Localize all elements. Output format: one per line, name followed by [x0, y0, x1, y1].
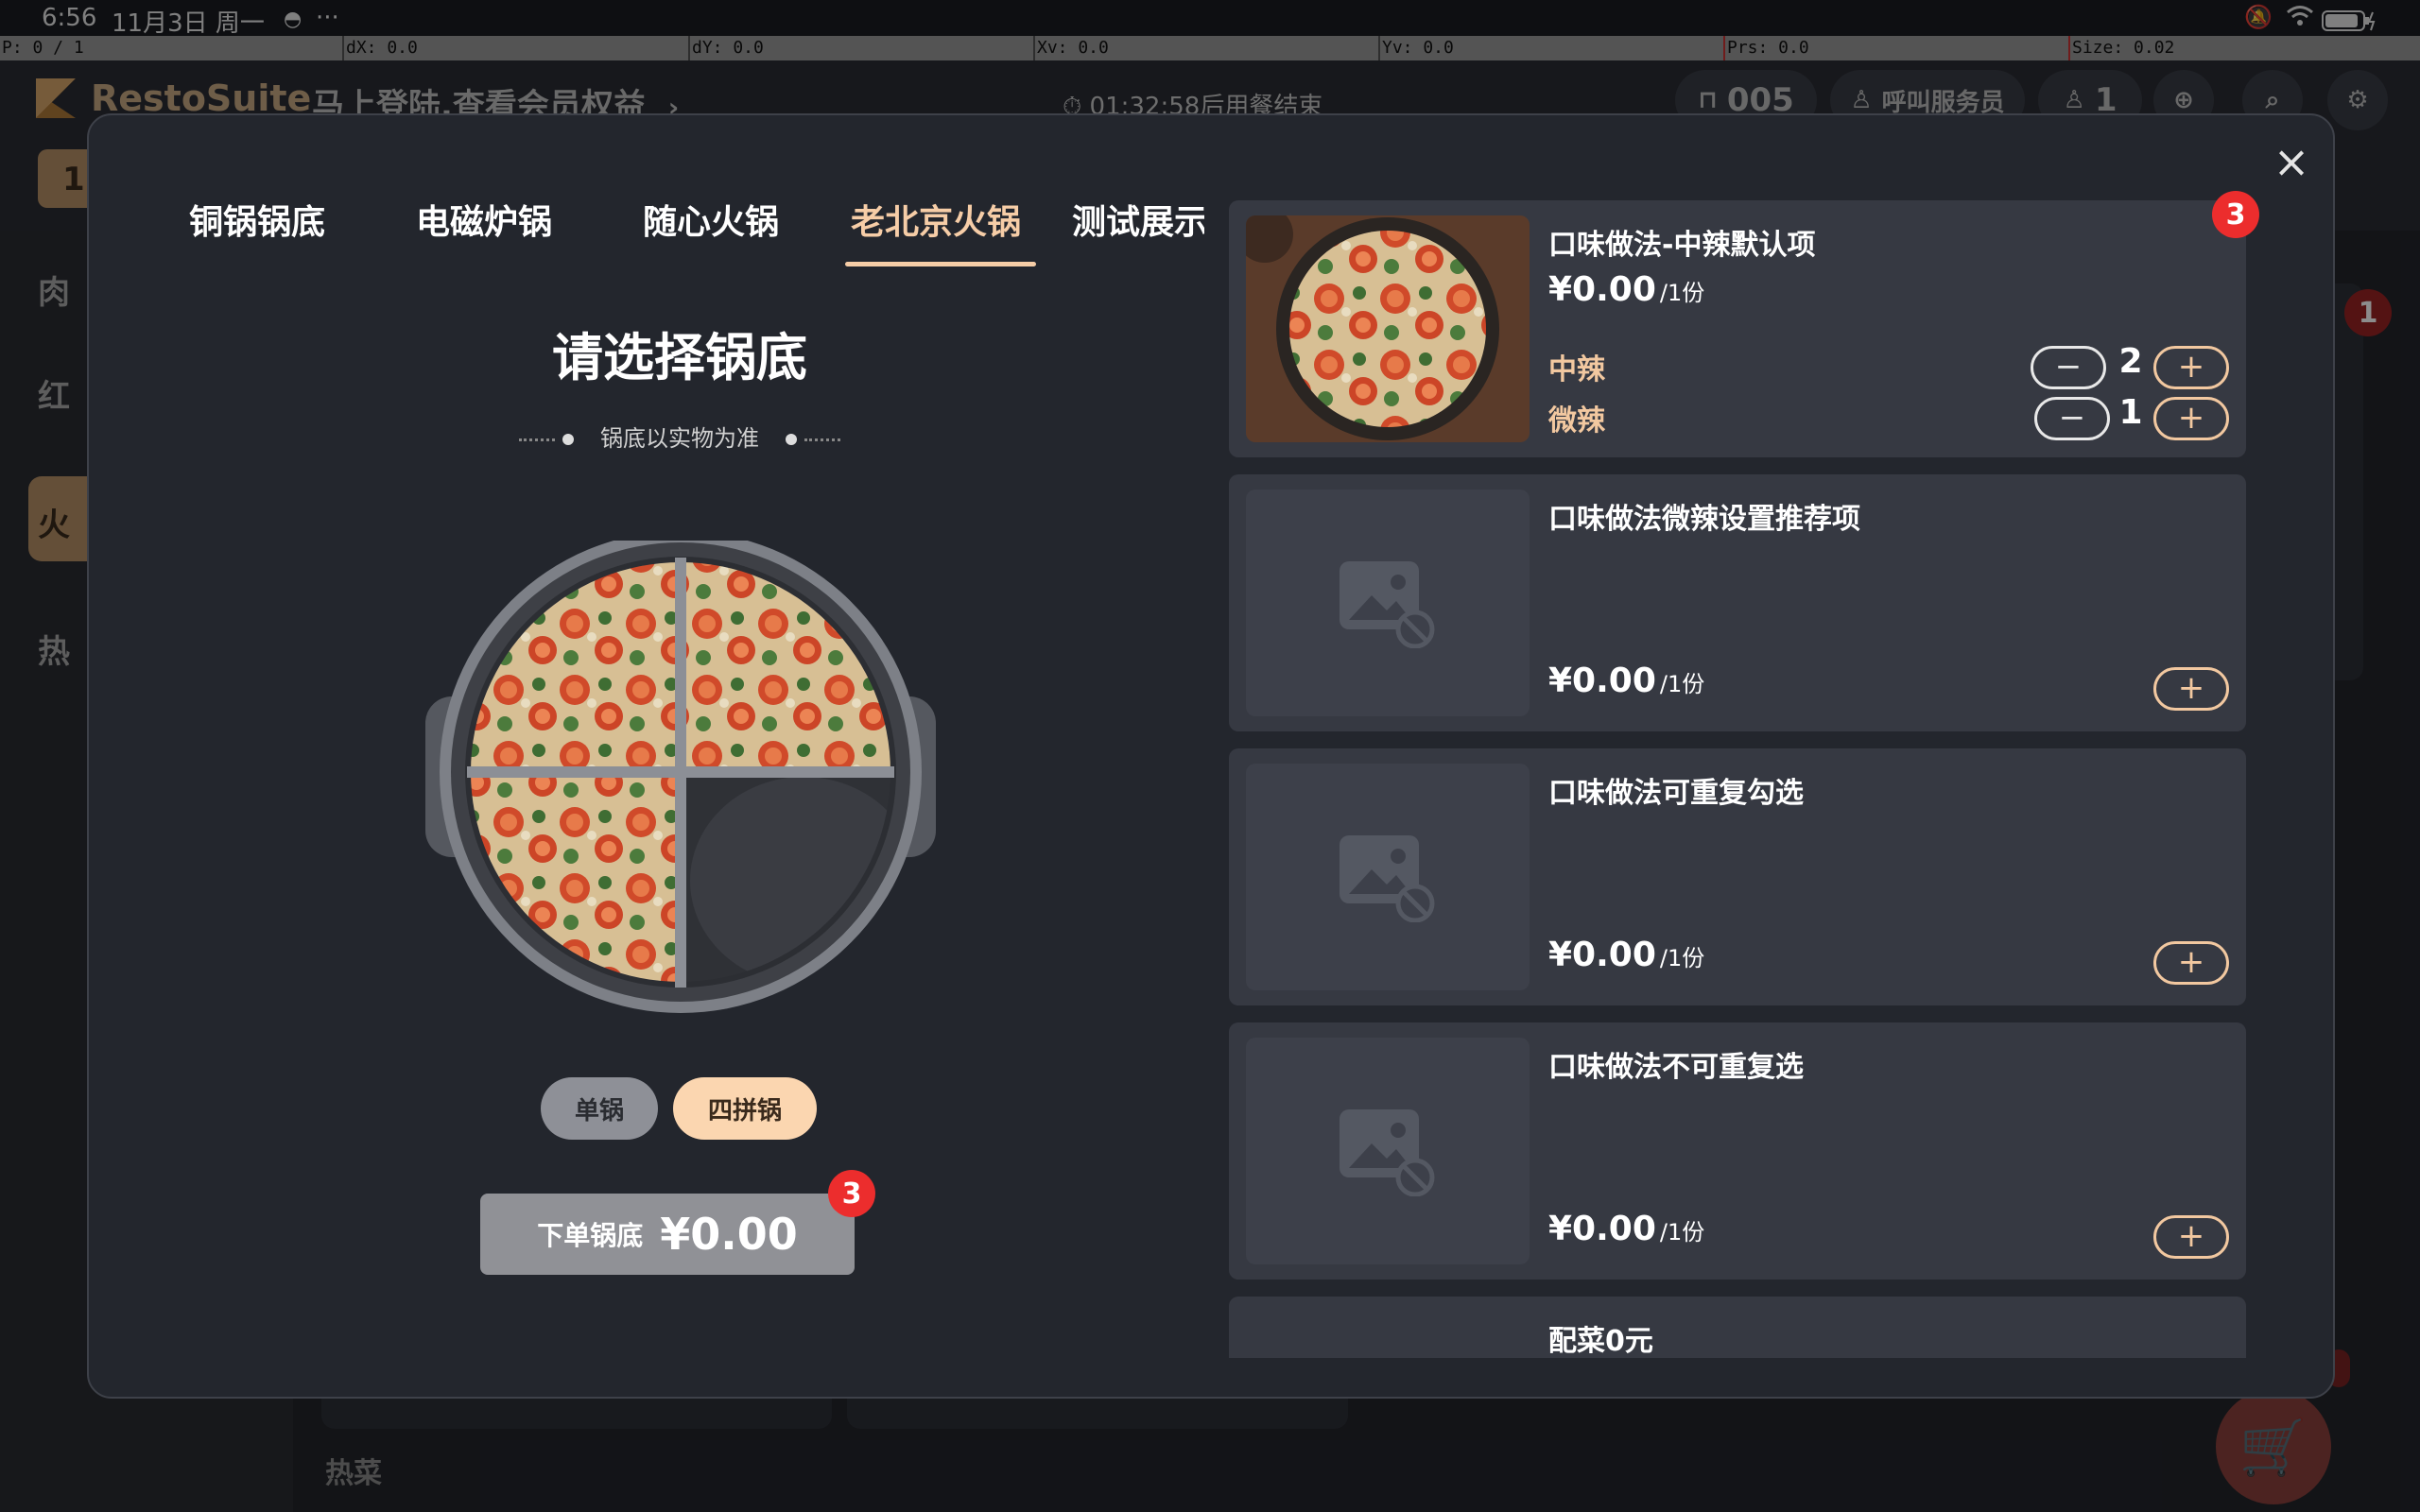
image-placeholder — [1246, 764, 1530, 990]
order-pot-button[interactable]: 下单锅底 ¥0.00 — [480, 1194, 855, 1275]
single-pot-button[interactable]: 单锅 — [541, 1077, 658, 1140]
image-placeholder — [1246, 1038, 1530, 1264]
add-button[interactable]: + — [2153, 667, 2229, 711]
price-value: ¥0.00 — [1548, 936, 1656, 974]
decrement-button[interactable]: − — [2031, 346, 2106, 389]
flavor-price: ¥0.00/1份 — [1548, 662, 1704, 700]
price-value: ¥0.00 — [1548, 662, 1656, 700]
tab-test-display-clip: 测试展示 — [1072, 191, 1204, 248]
price-value: ¥0.00 — [1548, 270, 1656, 309]
price-unit: /1份 — [1659, 280, 1705, 306]
price-unit: /1份 — [1659, 1219, 1705, 1246]
add-button[interactable]: + — [2153, 941, 2229, 985]
flavor-card: 口味做法-中辣默认项 ¥0.00/1份 中辣 − 2 + 微辣 − 1 + — [1229, 200, 2246, 457]
decrement-button[interactable]: − — [2034, 397, 2110, 440]
price-unit: /1份 — [1659, 945, 1705, 971]
minus-icon: − — [2058, 399, 2086, 437]
flavor-price: ¥0.00/1份 — [1548, 936, 1704, 974]
flavor-name: 口味做法-中辣默认项 — [1548, 229, 1816, 262]
option-label: 微辣 — [1548, 404, 1605, 438]
pot-selection-modal: × 铜锅锅底 电磁炉锅 随心火锅 老北京火锅 测试展示 请选择锅底 锅底以实物为… — [87, 113, 2335, 1399]
modal-subtitle: 锅底以实物为准 — [89, 420, 1270, 453]
flavor-name: 口味做法微辣设置推荐项 — [1548, 503, 1860, 536]
close-button[interactable]: × — [2268, 138, 2315, 185]
plus-icon: + — [2177, 1217, 2205, 1255]
option-qty: 1 — [2118, 393, 2143, 432]
modal-title: 请选择锅底 — [552, 328, 807, 387]
price-unit: /1份 — [1659, 671, 1705, 697]
increment-button[interactable]: + — [2153, 346, 2229, 389]
order-count-badge: 3 — [828, 1170, 875, 1217]
price-value: ¥0.00 — [1548, 1210, 1656, 1248]
flavor-card: 配菜0元 — [1229, 1297, 2246, 1358]
plus-icon: + — [2177, 669, 2205, 707]
four-split-pot-illustration[interactable] — [425, 541, 936, 1108]
flavor-card: 口味做法可重复勾选 ¥0.00/1份 + — [1229, 748, 2246, 1005]
plus-icon: + — [2177, 943, 2205, 981]
tab-copper-pot[interactable]: 铜锅锅底 — [189, 195, 325, 244]
flavor-name: 口味做法可重复勾选 — [1548, 777, 1804, 810]
tab-test-display[interactable]: 测试展示 — [1072, 195, 1204, 244]
flavor-count-badge: 3 — [2212, 191, 2259, 238]
subtitle-text: 锅底以实物为准 — [600, 425, 759, 452]
add-button[interactable]: + — [2153, 1215, 2229, 1259]
option-qty: 2 — [2118, 342, 2143, 381]
broken-image-icon — [1340, 561, 1435, 648]
minus-icon: − — [2054, 348, 2083, 386]
increment-button[interactable]: + — [2153, 397, 2229, 440]
flavor-name: 口味做法不可重复选 — [1548, 1051, 1804, 1084]
flavor-card: 口味做法微辣设置推荐项 ¥0.00/1份 + — [1229, 474, 2246, 731]
image-placeholder — [1246, 490, 1530, 716]
flavor-name: 配菜0元 — [1548, 1325, 1653, 1358]
flavor-list[interactable]: 口味做法-中辣默认项 ¥0.00/1份 中辣 − 2 + 微辣 − 1 + 口味… — [1229, 200, 2246, 1358]
tab-old-beijing-hotpot[interactable]: 老北京火锅 — [851, 195, 1021, 244]
flavor-card: 口味做法不可重复选 ¥0.00/1份 + — [1229, 1022, 2246, 1280]
tab-free-hotpot[interactable]: 随心火锅 — [643, 195, 779, 244]
plus-icon: + — [2177, 348, 2205, 386]
broken-image-icon — [1340, 835, 1435, 922]
tab-active-indicator — [845, 262, 1036, 266]
four-split-pot-button[interactable]: 四拼锅 — [673, 1077, 817, 1140]
broken-image-icon — [1340, 1109, 1435, 1196]
option-label: 中辣 — [1548, 353, 1605, 387]
plus-icon: + — [2177, 399, 2205, 437]
tab-induction-pot[interactable]: 电磁炉锅 — [416, 195, 552, 244]
flavor-price: ¥0.00/1份 — [1548, 270, 1704, 309]
flavor-price: ¥0.00/1份 — [1548, 1210, 1704, 1248]
order-pot-amount: ¥0.00 — [660, 1209, 798, 1260]
order-pot-label: 下单锅底 — [537, 1220, 644, 1251]
flavor-image — [1246, 215, 1530, 442]
close-icon: × — [2273, 136, 2310, 187]
